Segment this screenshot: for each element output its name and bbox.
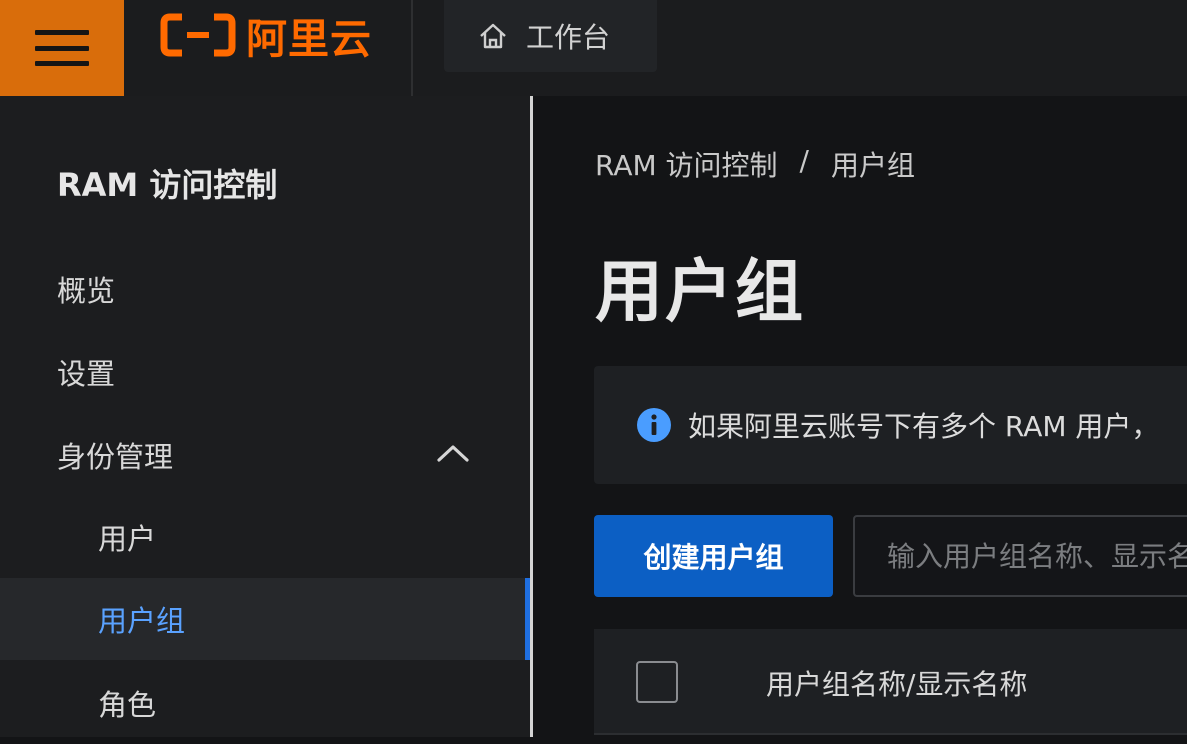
sidebar-item-users[interactable]: 用户: [0, 496, 530, 578]
hamburger-icon: [35, 30, 89, 66]
breadcrumb: RAM 访问控制 / 用户组: [595, 144, 915, 184]
chevron-up-icon[interactable]: [436, 442, 470, 464]
aliyun-logo[interactable]: 阿里云: [160, 11, 372, 63]
sidebar-item-label: 概览: [57, 274, 116, 308]
select-all-checkbox[interactable]: [636, 661, 678, 703]
info-icon: [637, 408, 671, 442]
table-header: 用户组名称/显示名称: [594, 629, 1187, 733]
sidebar-item-label: 角色: [98, 688, 157, 722]
column-header-group-name[interactable]: 用户组名称/显示名称: [766, 663, 1027, 703]
page-title: 用户组: [595, 253, 806, 332]
sidebar-item-identity-management[interactable]: 身份管理: [0, 414, 530, 496]
sidebar-title: RAM 访问控制: [57, 166, 278, 204]
top-navigation-bar: 阿里云 工作台: [0, 0, 1187, 96]
table-divider: [594, 733, 1187, 735]
breadcrumb-current: 用户组: [830, 149, 915, 182]
sidebar-item-label: 用户: [98, 522, 157, 556]
main-content: RAM 访问控制 / 用户组 用户组 如果阿里云账号下有多个 RAM 用户， 创…: [533, 96, 1187, 737]
workbench-button[interactable]: 工作台: [444, 0, 657, 72]
logo-text: 阿里云: [246, 15, 372, 63]
sidebar-item-user-groups[interactable]: 用户组: [0, 578, 530, 660]
sidebar-item-label: 用户组: [98, 604, 186, 638]
topbar-divider: [411, 0, 413, 96]
menu-button[interactable]: [0, 0, 124, 96]
sidebar-item-roles[interactable]: 角色: [0, 662, 530, 744]
home-icon: [480, 23, 506, 49]
sidebar: RAM 访问控制 概览 设置 身份管理 用户 用户组 角色: [0, 96, 530, 737]
sidebar-item-overview[interactable]: 概览: [0, 248, 530, 330]
search-input[interactable]: [853, 515, 1187, 597]
breadcrumb-root[interactable]: RAM 访问控制: [595, 144, 778, 184]
workbench-label: 工作台: [526, 21, 611, 54]
sidebar-item-label: 设置: [57, 357, 116, 391]
breadcrumb-separator: /: [799, 144, 809, 177]
create-user-group-button[interactable]: 创建用户组: [594, 515, 833, 597]
sidebar-item-settings[interactable]: 设置: [0, 331, 530, 413]
sidebar-item-label: 身份管理: [57, 440, 174, 474]
aliyun-bracket-icon: [160, 13, 236, 57]
info-notice: 如果阿里云账号下有多个 RAM 用户，: [594, 366, 1187, 484]
notice-text: 如果阿里云账号下有多个 RAM 用户，: [688, 410, 1160, 443]
